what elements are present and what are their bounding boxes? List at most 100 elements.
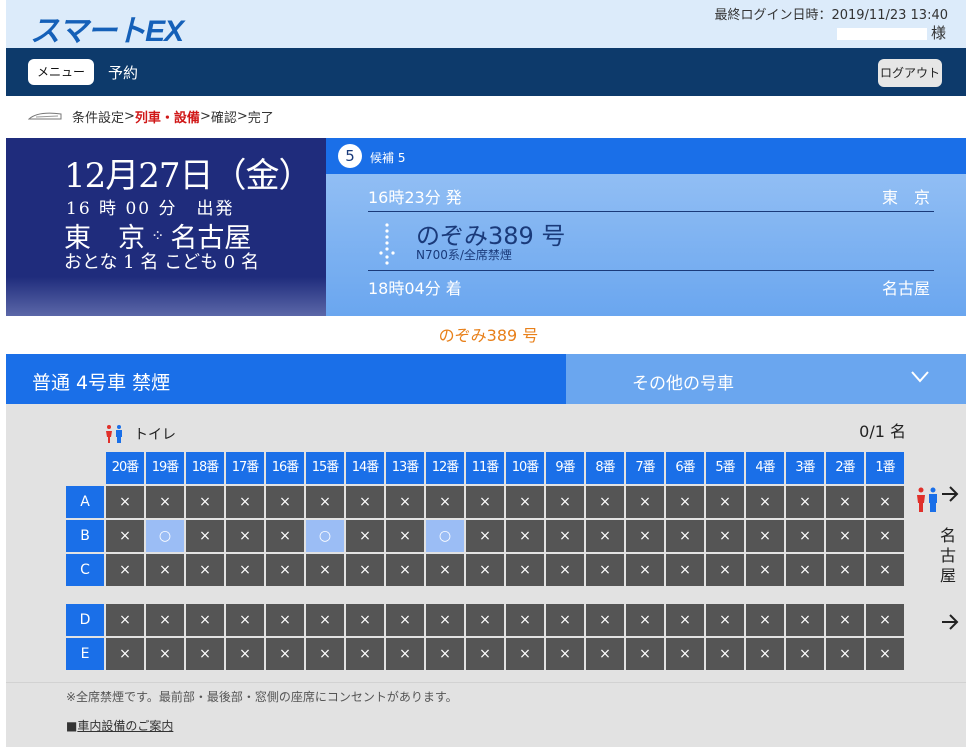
link-bullet: ■	[66, 719, 78, 733]
seat-unavailable: ×	[266, 520, 304, 552]
seat-note: ※全席禁煙です。最前部・最後部・窓側の座席にコンセントがあります。	[66, 690, 458, 704]
search-summary-panel: 12月27日（金） 16 時 00 分 出発 東 京 ⁘ 名古屋 おとな 1 名…	[6, 138, 326, 316]
seat-unavailable: ×	[266, 486, 304, 518]
restroom-icon	[106, 425, 122, 443]
toilet-label: トイレ	[134, 427, 176, 443]
candidate-panel: 5 候補 5 16時23分 発 東 京 のぞみ389 号 N700系/全席禁煙 …	[326, 138, 966, 316]
current-car-label: 普通 4号車 禁煙	[6, 354, 566, 404]
user-suffix: 様	[930, 24, 946, 42]
seat-column-header: 16番	[266, 452, 304, 484]
user-name: 様	[836, 22, 946, 43]
seat-unavailable: ×	[426, 638, 464, 670]
selected-seat-count: 0/1 名	[859, 422, 906, 441]
seat-row-e: E × × × × × × × × × × × × × × × × × × × ×	[66, 638, 906, 670]
seat-unavailable: ×	[706, 554, 744, 586]
seat-column-header: 5番	[706, 452, 744, 484]
seat-unavailable: ×	[466, 638, 504, 670]
seat-unavailable: ×	[866, 638, 904, 670]
seat-unavailable: ×	[506, 486, 544, 518]
seat-unavailable: ×	[266, 554, 304, 586]
seat-unavailable: ×	[226, 638, 264, 670]
seat-unavailable: ×	[426, 486, 464, 518]
direction-arrow-icon	[942, 614, 959, 630]
seat-unavailable: ×	[746, 604, 784, 636]
seat-unavailable: ×	[586, 604, 624, 636]
seat-column-header: 10番	[506, 452, 544, 484]
seat-column-header: 11番	[466, 452, 504, 484]
seat-unavailable: ×	[306, 638, 344, 670]
seat-unavailable: ×	[386, 554, 424, 586]
seat-unavailable: ×	[786, 520, 824, 552]
seat-unavailable: ×	[546, 486, 584, 518]
toilet-legend: トイレ	[104, 424, 176, 444]
route-arrow-icon: ⁘	[151, 226, 165, 245]
shinkansen-icon	[28, 112, 62, 120]
seat-unavailable: ×	[226, 520, 264, 552]
seat-column-header: 3番	[786, 452, 824, 484]
seat-unavailable: ×	[386, 638, 424, 670]
seat-unavailable: ×	[346, 604, 384, 636]
seat-column-header-row: 20番 19番 18番 17番 16番 15番 14番 13番 12番 11番 10番 9番 8番 7番 6…	[66, 452, 906, 484]
seat-unavailable: ×	[706, 520, 744, 552]
seat-unavailable: ×	[826, 520, 864, 552]
seat-unavailable: ×	[546, 604, 584, 636]
masked-username	[836, 27, 927, 40]
seat-row-b: B × ○ × × × ○ × × ○ × × × × × × × × × × ×	[66, 520, 906, 552]
seat-unavailable: ×	[506, 604, 544, 636]
seat-unavailable: ×	[626, 604, 664, 636]
seat-unavailable: ×	[866, 520, 904, 552]
seat-unavailable: ×	[146, 486, 184, 518]
seat-unavailable: ×	[466, 554, 504, 586]
facility-guide-link[interactable]: 車内設備のご案内	[77, 719, 173, 733]
down-arrow-icon	[379, 223, 395, 265]
seat-available[interactable]: ○	[426, 520, 464, 552]
seat-unavailable: ×	[826, 486, 864, 518]
breadcrumb-separator: >	[199, 108, 211, 124]
seat-unavailable: ×	[306, 486, 344, 518]
seat-unavailable: ×	[386, 520, 424, 552]
arrival-station: 名古屋	[881, 279, 930, 298]
nav-bar: メニュー 予約 ログアウト	[6, 48, 966, 96]
seat-available[interactable]: ○	[146, 520, 184, 552]
seat-column-header: 17番	[226, 452, 264, 484]
breadcrumb-separator: >	[124, 108, 135, 124]
seat-unavailable: ×	[426, 604, 464, 636]
seat-unavailable: ×	[346, 486, 384, 518]
seat-unavailable: ×	[346, 638, 384, 670]
seat-unavailable: ×	[146, 604, 184, 636]
seat-unavailable: ×	[826, 638, 864, 670]
seat-unavailable: ×	[826, 604, 864, 636]
seat-unavailable: ×	[186, 604, 224, 636]
seat-unavailable: ×	[186, 520, 224, 552]
menu-button[interactable]: メニュー	[28, 59, 94, 85]
destination-label: 名 古 屋	[938, 526, 958, 586]
seat-unavailable: ×	[346, 554, 384, 586]
seat-unavailable: ×	[186, 638, 224, 670]
seat-column-header: 18番	[186, 452, 224, 484]
seat-unavailable: ×	[706, 486, 744, 518]
seat-unavailable: ×	[826, 554, 864, 586]
seat-unavailable: ×	[586, 486, 624, 518]
seat-unavailable: ×	[466, 520, 504, 552]
seat-unavailable: ×	[106, 638, 144, 670]
seat-unavailable: ×	[146, 638, 184, 670]
smart-ex-logo[interactable]: スマートEX	[30, 6, 184, 50]
other-cars-label: その他の号車	[632, 374, 734, 394]
seat-map: トイレ 0/1 名 20番 19番 18番 17番 16番 15番 14番 13番 12番 11番…	[6, 404, 966, 682]
seat-unavailable: ×	[546, 520, 584, 552]
nav-reserve-label: 予約	[108, 64, 139, 82]
other-cars-dropdown[interactable]: その他の号車	[566, 354, 966, 404]
breadcrumb-step-complete: 完了	[247, 110, 274, 126]
arrival-time: 18時04分 着	[368, 279, 462, 298]
seat-unavailable: ×	[866, 486, 904, 518]
seat-row-label: D	[66, 604, 104, 636]
seat-unavailable: ×	[306, 604, 344, 636]
seat-column-header: 13番	[386, 452, 424, 484]
seat-available[interactable]: ○	[306, 520, 344, 552]
seat-unavailable: ×	[546, 554, 584, 586]
candidate-header: 5 候補 5	[326, 138, 966, 174]
logout-button[interactable]: ログアウト	[878, 59, 942, 87]
destination-char: 古	[939, 546, 956, 565]
seat-unavailable: ×	[266, 604, 304, 636]
departure-station: 東 京	[881, 188, 930, 207]
